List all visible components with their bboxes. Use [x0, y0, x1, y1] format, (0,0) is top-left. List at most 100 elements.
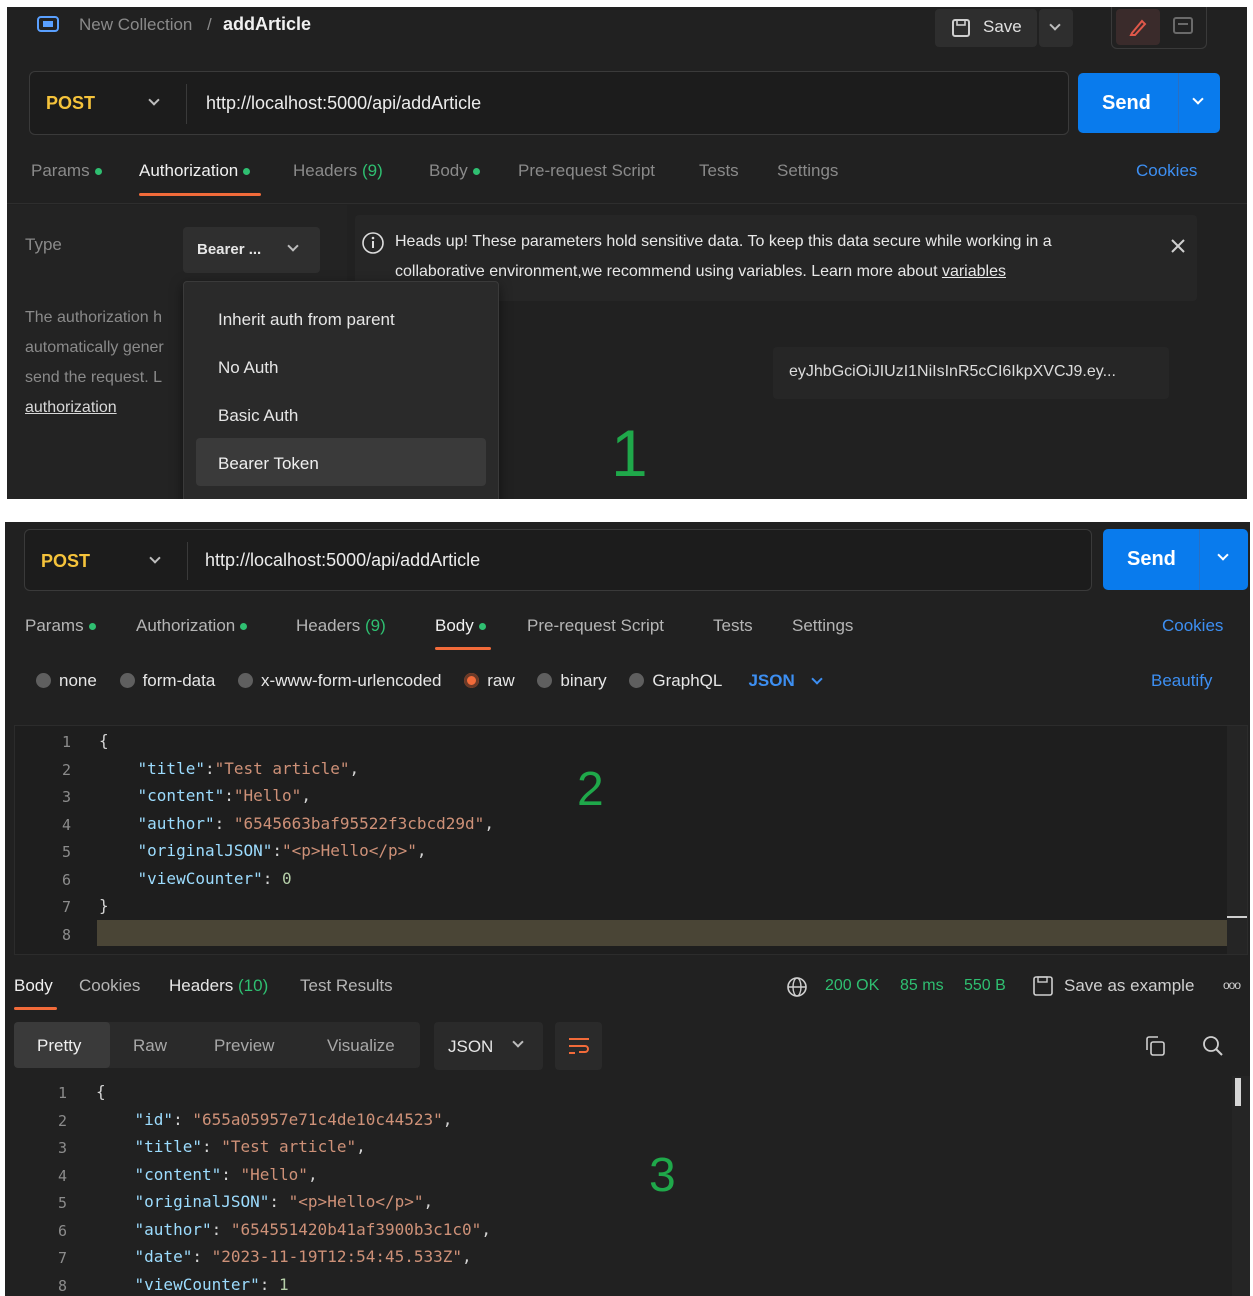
view-tab-pretty[interactable]: Pretty	[14, 1022, 110, 1068]
tab-pre-request-script[interactable]: Pre-request Script	[527, 616, 664, 636]
tab-label: Body	[429, 161, 468, 180]
chevron-down-icon	[287, 240, 299, 252]
editor-scrollbar[interactable]	[1227, 726, 1247, 954]
comment-icon[interactable]	[1172, 15, 1194, 37]
status-code[interactable]: 200 OK	[825, 977, 879, 995]
token-field[interactable]: eyJhbGciOiJIUzI1NiIsInR5cCI6IkpXVCJ9.ey.…	[773, 347, 1169, 399]
chevron-down-icon	[1049, 19, 1061, 31]
divider	[1178, 73, 1179, 133]
resp-tab-test-results[interactable]: Test Results	[300, 976, 393, 996]
response-size[interactable]: 550 B	[964, 977, 1006, 995]
copy-icon[interactable]	[1143, 1034, 1167, 1058]
view-mode-tabs: Pretty Raw Preview Visualize	[14, 1022, 420, 1068]
url-bar: POST http://localhost:5000/api/addArticl…	[29, 71, 1069, 135]
alert-text: collaborative environment,we recommend u…	[395, 263, 942, 280]
request-body-editor[interactable]: 1 2 3 4 5 6 7 8 { "title":"Test article", "cont…	[14, 725, 1248, 955]
radio-binary[interactable]: binary	[537, 671, 607, 690]
request-name[interactable]: addArticle	[223, 14, 311, 35]
breadcrumb-parent[interactable]: New Collection	[79, 15, 192, 35]
tab-settings[interactable]: Settings	[777, 161, 838, 181]
radio-none[interactable]: none	[36, 671, 97, 690]
active-tab-indicator	[14, 1007, 57, 1010]
authorization-link[interactable]: authorization	[25, 393, 164, 423]
status-dot	[94, 168, 102, 176]
tab-pre-request-script[interactable]: Pre-request Script	[518, 161, 655, 181]
radio-raw[interactable]: raw	[464, 671, 515, 690]
radio-form-data[interactable]: form-data	[119, 671, 215, 690]
view-tab-raw[interactable]: Raw	[133, 1036, 167, 1056]
tab-headers[interactable]: Headers (9)	[293, 161, 383, 181]
status-dot	[478, 623, 486, 631]
url-bar: POST http://localhost:5000/api/addArticl…	[24, 529, 1092, 591]
wrap-lines-icon	[569, 1038, 589, 1054]
send-button[interactable]: Send	[1078, 73, 1220, 133]
tab-authorization[interactable]: Authorization	[136, 616, 248, 636]
tab-body[interactable]: Body	[429, 161, 480, 181]
tab-tests[interactable]: Tests	[713, 616, 753, 636]
collection-icon	[35, 13, 61, 35]
tab-headers[interactable]: Headers (9)	[296, 616, 386, 636]
view-tab-visualize[interactable]: Visualize	[327, 1036, 395, 1056]
dropdown-item-inherit[interactable]: Inherit auth from parent	[218, 310, 395, 330]
chevron-down-icon[interactable]	[1217, 549, 1229, 561]
save-as-example-button[interactable]: Save as example	[1064, 976, 1194, 996]
method-select[interactable]: POST	[46, 93, 95, 114]
resp-tab-headers[interactable]: Headers (10)	[169, 976, 268, 996]
tab-params[interactable]: Params	[25, 616, 96, 636]
save-icon[interactable]	[1031, 974, 1055, 998]
globe-icon[interactable]	[786, 976, 808, 998]
divider	[186, 84, 187, 124]
tab-tests[interactable]: Tests	[699, 161, 739, 181]
scroll-thumb[interactable]	[1227, 916, 1247, 918]
radio-circle	[238, 673, 254, 688]
close-icon[interactable]	[1169, 237, 1187, 255]
response-body-viewer[interactable]: 1 2 3 4 5 6 7 8 { "id": "655a05957e71c4de10c445…	[5, 1076, 1250, 1296]
body-format-select[interactable]: JSON	[748, 671, 794, 690]
view-tab-preview[interactable]: Preview	[214, 1036, 274, 1056]
code-line: }	[99, 896, 109, 915]
send-button[interactable]: Send	[1103, 529, 1248, 590]
active-tab-indicator	[139, 193, 261, 196]
url-input[interactable]: http://localhost:5000/api/addArticle	[206, 93, 481, 114]
view-tab-label: Pretty	[37, 1036, 82, 1055]
breadcrumb-separator: /	[207, 15, 212, 34]
dropdown-item-basic-auth[interactable]: Basic Auth	[218, 406, 298, 426]
edit-button[interactable]	[1116, 9, 1160, 45]
tab-params[interactable]: Params	[31, 161, 102, 181]
variables-link[interactable]: variables	[942, 263, 1006, 280]
chevron-down-icon[interactable]	[1192, 93, 1204, 105]
save-menu-button[interactable]	[1039, 9, 1073, 47]
tab-authorization[interactable]: Authorization	[139, 161, 251, 181]
wrap-lines-button[interactable]	[555, 1022, 602, 1070]
divider	[187, 542, 188, 580]
method-select[interactable]: POST	[41, 551, 90, 572]
save-button[interactable]: Save	[935, 9, 1037, 47]
response-format-select[interactable]: JSON	[434, 1022, 543, 1070]
code-line: "id": "655a05957e71c4de10c44523",	[134, 1109, 453, 1129]
code-line: {	[99, 731, 109, 750]
chevron-down-icon	[149, 552, 161, 564]
response-format-value: JSON	[448, 1037, 494, 1056]
line-number: 5	[57, 1194, 67, 1212]
tab-body[interactable]: Body	[435, 616, 486, 636]
dropdown-item-no-auth[interactable]: No Auth	[218, 358, 279, 378]
radio-graphql[interactable]: GraphQL	[629, 671, 722, 690]
response-time[interactable]: 85 ms	[900, 977, 944, 995]
more-options-icon[interactable]: ooo	[1223, 978, 1241, 992]
response-scrollbar[interactable]	[1232, 1076, 1250, 1296]
code-line: "viewCounter": 1	[134, 1274, 289, 1294]
scroll-thumb[interactable]	[1235, 1078, 1241, 1106]
annotation-marker-1: 1	[611, 416, 648, 490]
resp-tab-body[interactable]: Body	[14, 976, 53, 996]
url-input[interactable]: http://localhost:5000/api/addArticle	[205, 550, 480, 571]
resp-tab-cookies[interactable]: Cookies	[79, 976, 140, 996]
dropdown-item-bearer-token[interactable]: Bearer Token	[196, 438, 486, 486]
search-icon[interactable]	[1201, 1034, 1225, 1058]
radio-label: none	[59, 671, 97, 690]
cookies-link[interactable]: Cookies	[1162, 616, 1223, 636]
tab-settings[interactable]: Settings	[792, 616, 853, 636]
beautify-button[interactable]: Beautify	[1151, 671, 1212, 691]
auth-type-select[interactable]: Bearer ...	[183, 227, 320, 273]
cookies-link[interactable]: Cookies	[1136, 161, 1197, 181]
radio-urlencoded[interactable]: x-www-form-urlencoded	[238, 671, 441, 690]
